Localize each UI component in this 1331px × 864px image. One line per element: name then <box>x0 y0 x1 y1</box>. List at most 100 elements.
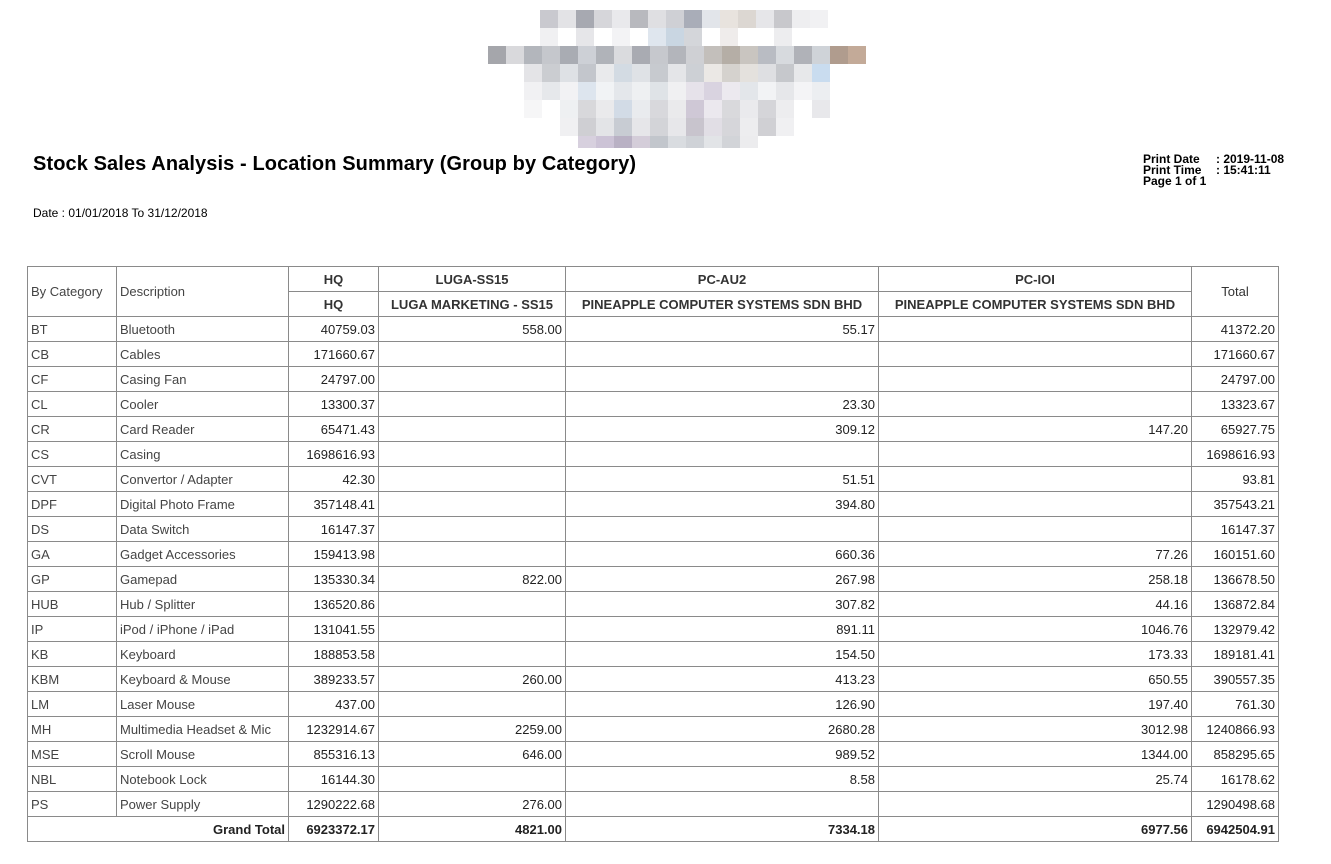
cell-description: Gamepad <box>116 566 289 592</box>
cell-category-code: MSE <box>27 741 117 767</box>
table-row: KBM Keyboard & Mouse 389233.57 260.00 413.23… <box>27 666 1279 692</box>
cell-total: 16178.62 <box>1191 766 1279 792</box>
header-location-code: HQ <box>288 266 379 292</box>
cell-description: Casing Fan <box>116 366 289 392</box>
cell-total: 24797.00 <box>1191 366 1279 392</box>
cell-luga-ss15 <box>378 766 566 792</box>
cell-hq: 135330.34 <box>288 566 379 592</box>
cell-pc-au2: 51.51 <box>565 466 879 492</box>
cell-luga-ss15 <box>378 591 566 617</box>
cell-hq: 1290222.68 <box>288 791 379 817</box>
cell-hq: 855316.13 <box>288 741 379 767</box>
cell-description: Cables <box>116 341 289 367</box>
cell-hq: 65471.43 <box>288 416 379 442</box>
cell-total: 189181.41 <box>1191 641 1279 667</box>
table-row: CF Casing Fan 24797.00 24797.00 <box>27 366 1279 392</box>
cell-hq: 136520.86 <box>288 591 379 617</box>
cell-luga-ss15: 646.00 <box>378 741 566 767</box>
cell-description: Cooler <box>116 391 289 417</box>
cell-pc-au2 <box>565 516 879 542</box>
header-location-name: PINEAPPLE COMPUTER SYSTEMS SDN BHD <box>878 291 1192 317</box>
cell-pc-au2: 154.50 <box>565 641 879 667</box>
cell-hq: 437.00 <box>288 691 379 717</box>
cell-pc-au2: 307.82 <box>565 591 879 617</box>
report-title: Stock Sales Analysis - Location Summary … <box>33 153 637 175</box>
date-range: Date : 01/01/2018 To 31/12/2018 <box>33 206 208 220</box>
cell-category-code: GP <box>27 566 117 592</box>
cell-description: Multimedia Headset & Mic <box>116 716 289 742</box>
header-location-code: LUGA-SS15 <box>378 266 566 292</box>
cell-hq: 159413.98 <box>288 541 379 567</box>
cell-hq: 24797.00 <box>288 366 379 392</box>
cell-hq: 16144.30 <box>288 766 379 792</box>
cell-hq: 16147.37 <box>288 516 379 542</box>
grand-total-luga: 4821.00 <box>378 816 566 842</box>
cell-description: Notebook Lock <box>116 766 289 792</box>
grand-total-ioi: 6977.56 <box>878 816 1192 842</box>
cell-pc-ioi <box>878 341 1192 367</box>
cell-description: Digital Photo Frame <box>116 491 289 517</box>
cell-category-code: KBM <box>27 666 117 692</box>
cell-luga-ss15 <box>378 391 566 417</box>
cell-pc-ioi: 44.16 <box>878 591 1192 617</box>
cell-luga-ss15 <box>378 416 566 442</box>
table-row: PS Power Supply 1290222.68 276.00 1290498.68 <box>27 791 1279 817</box>
cell-luga-ss15 <box>378 366 566 392</box>
cell-pc-ioi <box>878 366 1192 392</box>
cell-total: 16147.37 <box>1191 516 1279 542</box>
cell-total: 136872.84 <box>1191 591 1279 617</box>
cell-category-code: CF <box>27 366 117 392</box>
header-location-name: PINEAPPLE COMPUTER SYSTEMS SDN BHD <box>565 291 879 317</box>
cell-category-code: MH <box>27 716 117 742</box>
cell-luga-ss15: 558.00 <box>378 316 566 342</box>
cell-luga-ss15 <box>378 516 566 542</box>
cell-category-code: BT <box>27 316 117 342</box>
cell-category-code: CS <box>27 441 117 467</box>
header-location-code: PC-IOI <box>878 266 1192 292</box>
print-info: Print Date : 2019-11-08 Print Time : 15:… <box>1143 153 1284 187</box>
cell-pc-au2: 2680.28 <box>565 716 879 742</box>
cell-total: 65927.75 <box>1191 416 1279 442</box>
cell-category-code: IP <box>27 616 117 642</box>
cell-description: Keyboard <box>116 641 289 667</box>
cell-description: Convertor / Adapter <box>116 466 289 492</box>
cell-pc-au2: 660.36 <box>565 541 879 567</box>
cell-pc-au2 <box>565 441 879 467</box>
company-logo <box>488 10 878 150</box>
cell-pc-ioi <box>878 466 1192 492</box>
cell-description: Hub / Splitter <box>116 591 289 617</box>
cell-luga-ss15: 822.00 <box>378 566 566 592</box>
cell-total: 1240866.93 <box>1191 716 1279 742</box>
cell-total: 160151.60 <box>1191 541 1279 567</box>
table-row: BT Bluetooth 40759.03 558.00 55.17 41372.20 <box>27 316 1279 342</box>
cell-total: 171660.67 <box>1191 341 1279 367</box>
print-time-value: : 15:41:11 <box>1216 163 1271 177</box>
cell-pc-au2: 55.17 <box>565 316 879 342</box>
cell-pc-ioi <box>878 516 1192 542</box>
cell-hq: 188853.58 <box>288 641 379 667</box>
cell-category-code: CB <box>27 341 117 367</box>
cell-total: 93.81 <box>1191 466 1279 492</box>
table-row: DS Data Switch 16147.37 16147.37 <box>27 516 1279 542</box>
cell-hq: 389233.57 <box>288 666 379 692</box>
cell-pc-au2: 8.58 <box>565 766 879 792</box>
cell-pc-ioi <box>878 316 1192 342</box>
grand-total-au2: 7334.18 <box>565 816 879 842</box>
blurred-logo-image <box>488 10 866 148</box>
cell-description: Power Supply <box>116 791 289 817</box>
cell-pc-ioi <box>878 441 1192 467</box>
cell-pc-ioi: 3012.98 <box>878 716 1192 742</box>
cell-total: 132979.42 <box>1191 616 1279 642</box>
cell-category-code: CR <box>27 416 117 442</box>
cell-pc-ioi: 1046.76 <box>878 616 1192 642</box>
cell-total: 761.30 <box>1191 691 1279 717</box>
cell-pc-au2: 989.52 <box>565 741 879 767</box>
cell-description: Casing <box>116 441 289 467</box>
table-row: CL Cooler 13300.37 23.30 13323.67 <box>27 391 1279 417</box>
cell-total: 357543.21 <box>1191 491 1279 517</box>
cell-pc-ioi: 197.40 <box>878 691 1192 717</box>
cell-description: Keyboard & Mouse <box>116 666 289 692</box>
table-row: KB Keyboard 188853.58 154.50 173.33 189181.41 <box>27 641 1279 667</box>
table-row: IP iPod / iPhone / iPad 131041.55 891.11 104… <box>27 616 1279 642</box>
cell-description: Card Reader <box>116 416 289 442</box>
